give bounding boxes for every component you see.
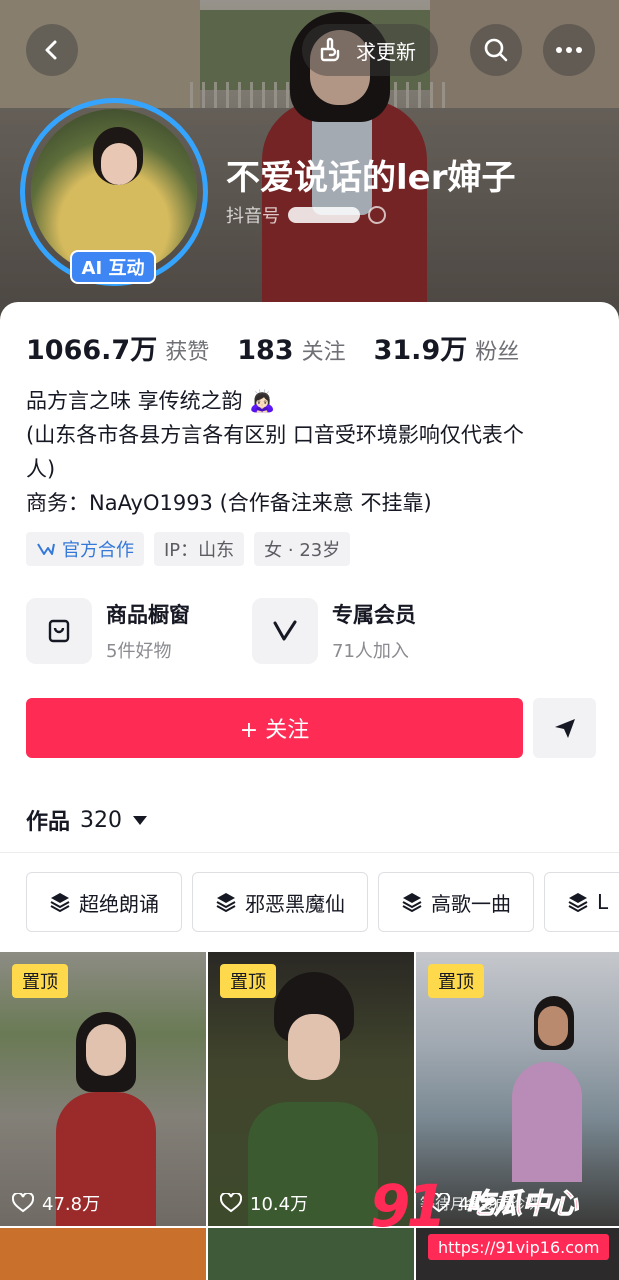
divider xyxy=(0,852,619,853)
collection-chip-label: 超绝朗诵 xyxy=(79,891,159,916)
likes-count: 1066.7万 xyxy=(26,335,158,366)
layers-icon xyxy=(568,893,588,913)
douyin-id-redacted xyxy=(288,207,360,223)
works-count: 320 xyxy=(80,807,123,833)
watermark-title: 吃瓜中心 xyxy=(465,1187,579,1221)
video-likes: 10.4万 xyxy=(220,1190,308,1216)
followers-label[interactable]: 粉丝 xyxy=(475,334,519,366)
bio-line: 人) xyxy=(26,457,56,481)
layers-icon xyxy=(402,893,422,913)
followers-count[interactable]: 31.9万 xyxy=(374,328,468,367)
profile-stats: 1066.7万 获赞 183 关注 31.9万 粉丝 xyxy=(26,328,547,367)
shop-window-title: 商品橱窗 xyxy=(106,603,190,627)
search-icon xyxy=(484,38,508,62)
search-button[interactable] xyxy=(470,24,522,76)
hand-point-icon xyxy=(320,37,340,62)
pinned-badge: 置顶 xyxy=(220,964,276,998)
collection-chip[interactable]: 超绝朗诵 xyxy=(26,872,182,932)
layers-icon xyxy=(50,893,70,913)
official-cooperation-label: 官方合作 xyxy=(62,540,134,561)
video-tile[interactable] xyxy=(0,1228,206,1280)
collection-chip[interactable]: L xyxy=(544,872,619,932)
profile-name: 不爱说话的ler婶子 xyxy=(226,158,516,198)
following-label[interactable]: 关注 xyxy=(302,334,346,366)
tile-figure-face xyxy=(86,1024,126,1076)
pinned-badge: 置顶 xyxy=(428,964,484,998)
video-likes-count: 10.4万 xyxy=(250,1194,309,1215)
ai-interact-badge[interactable]: AI 互动 xyxy=(70,250,156,284)
shop-window-subtitle: 5件好物 xyxy=(106,641,172,662)
watermark-number: 91 xyxy=(370,1172,447,1240)
gender-age-tag: 女 · 23岁 xyxy=(254,532,351,566)
following-count[interactable]: 183 xyxy=(237,335,293,366)
shopping-bag-icon xyxy=(26,598,92,664)
pinned-badge: 置顶 xyxy=(12,964,68,998)
collection-chip-label: 高歌一曲 xyxy=(431,891,511,916)
shop-window-entry[interactable]: 商品橱窗 5件好物 xyxy=(26,598,190,664)
chevron-left-icon xyxy=(45,40,57,60)
exclusive-member-entry[interactable]: 专属会员 71人加入 xyxy=(252,598,416,664)
works-label: 作品 xyxy=(26,810,71,835)
video-likes: 47.8万 xyxy=(12,1190,100,1216)
profile-tags: 官方合作 IP：山东 女 · 23岁 xyxy=(26,532,351,566)
send-icon xyxy=(554,719,575,738)
layers-icon xyxy=(216,893,236,913)
collection-chips: 超绝朗诵 邪恶黑魔仙 高歌一曲 L xyxy=(26,872,619,932)
video-tile[interactable]: 置顶 47.8万 xyxy=(0,952,206,1226)
qr-code-icon xyxy=(368,206,386,224)
member-v-icon xyxy=(252,598,318,664)
video-likes-count: 47.8万 xyxy=(42,1194,101,1215)
tile-figure xyxy=(512,1062,582,1182)
bio-line: 品方言之味 享传统之韵 🙇🏻‍♀️ xyxy=(26,389,276,413)
more-button[interactable] xyxy=(543,24,595,76)
tile-figure-face xyxy=(288,1014,340,1080)
heart-icon xyxy=(12,1193,34,1213)
official-cooperation-tag[interactable]: 官方合作 xyxy=(26,532,144,566)
share-button[interactable] xyxy=(533,698,596,758)
follow-button[interactable]: + 关注 xyxy=(26,698,523,758)
ip-location-tag: IP：山东 xyxy=(154,532,245,566)
likes-label: 获赞 xyxy=(165,340,210,365)
collection-chip-label: L xyxy=(597,890,609,914)
bio-line: 商务：NaAyO1993 (合作备注来意 不挂靠) xyxy=(26,491,432,515)
site-watermark: 91 吃瓜中心 https://91vip16.com xyxy=(370,1172,610,1264)
douyin-id[interactable]: 抖音号 xyxy=(226,202,386,228)
heart-icon xyxy=(220,1193,242,1213)
douyin-id-label: 抖音号 xyxy=(226,206,280,227)
collection-chip-label: 邪恶黑魔仙 xyxy=(245,891,345,916)
request-update-label: 求更新 xyxy=(356,39,416,64)
collection-chip[interactable]: 高歌一曲 xyxy=(378,872,534,932)
more-dots-icon xyxy=(556,47,582,53)
profile-card: 1066.7万 获赞 183 关注 31.9万 粉丝 品方言之味 享传统之韵 🙇… xyxy=(0,302,619,1280)
works-tab[interactable]: 作品 320 xyxy=(26,804,148,836)
bio-line: (山东各市各县方言各有区别 口音受环境影响仅代表个 xyxy=(26,423,524,447)
profile-bio: 品方言之味 享传统之韵 🙇🏻‍♀️ (山东各市各县方言各有区别 口音受环境影响仅… xyxy=(26,384,596,520)
caret-down-icon xyxy=(133,816,148,825)
exclusive-member-subtitle: 71人加入 xyxy=(332,641,409,662)
collection-chip[interactable]: 邪恶黑魔仙 xyxy=(192,872,368,932)
handshake-icon xyxy=(37,543,55,555)
request-update-button[interactable]: 求更新 xyxy=(302,24,438,76)
back-button[interactable] xyxy=(26,24,78,76)
watermark-url: https://91vip16.com xyxy=(428,1234,610,1260)
tile-figure-face xyxy=(538,1006,568,1046)
exclusive-member-title: 专属会员 xyxy=(332,603,416,627)
